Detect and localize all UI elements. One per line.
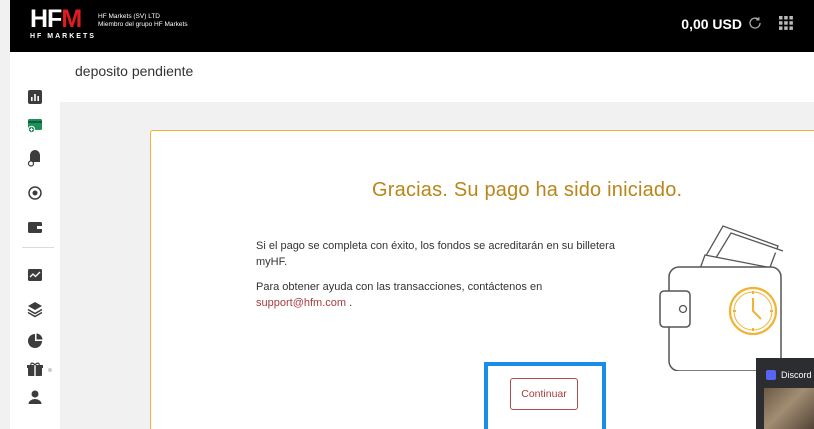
layers-icon[interactable]	[26, 300, 44, 318]
company-name: HF Markets (SV) LTD	[98, 13, 160, 20]
discord-header: Discord	[766, 369, 812, 381]
chart-icon[interactable]	[26, 88, 44, 106]
sidebar	[10, 52, 60, 429]
hfm-logo[interactable]: HFM HF MARKETS	[30, 6, 100, 46]
logo-subtext: HF MARKETS	[30, 33, 96, 40]
payment-status-card: Gracias. Su pago ha sido iniciado. Si el…	[150, 130, 814, 429]
analytics-icon[interactable]	[26, 266, 44, 284]
company-info: HF Markets (SV) LTD Miembro del grupo HF…	[98, 13, 188, 29]
gift-icon[interactable]	[26, 360, 44, 378]
discord-notification[interactable]: Discord	[756, 358, 814, 429]
sidebar-divider	[22, 247, 54, 248]
logo-mark: HFM	[30, 5, 82, 33]
page-title: deposito pendiente	[75, 63, 194, 79]
refresh-icon[interactable]	[746, 14, 764, 32]
support-email-link[interactable]: support@hfm.com	[256, 297, 346, 309]
deposit-wallet-icon[interactable]	[26, 116, 44, 134]
success-message: Si el pago se completa con éxito, los fo…	[256, 240, 615, 268]
support-suffix: .	[346, 296, 353, 309]
discord-icon	[766, 370, 776, 380]
withdraw-icon[interactable]	[26, 150, 44, 168]
support-text: Para obtener ayuda con las transacciones…	[256, 281, 543, 293]
gift-badge-dot	[48, 368, 52, 372]
apps-grid-icon[interactable]	[778, 15, 794, 31]
highlight-box	[484, 362, 606, 429]
thank-you-heading: Gracias. Su pago ha sido iniciado.	[372, 179, 683, 201]
wallet-clock-illustration	[659, 225, 784, 371]
account-balance: 0,00 USD	[681, 16, 742, 32]
top-bar: HFM HF MARKETS HF Markets (SV) LTD Miemb…	[10, 0, 814, 52]
page-header: deposito pendiente	[60, 52, 814, 102]
discord-thumbnail	[764, 388, 814, 429]
wallet-icon[interactable]	[26, 218, 44, 236]
pie-chart-icon[interactable]	[26, 332, 44, 350]
transfer-icon[interactable]	[26, 184, 44, 202]
support-message: Para obtener ayuda con las transacciones…	[256, 280, 636, 311]
discord-label: Discord	[781, 370, 812, 380]
company-group: Miembro del grupo HF Markets	[98, 21, 188, 28]
user-icon[interactable]	[26, 388, 44, 406]
